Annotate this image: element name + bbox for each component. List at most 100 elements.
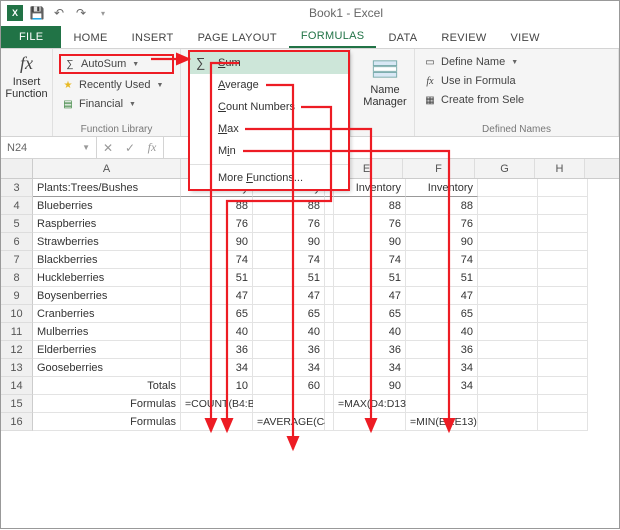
cell[interactable] xyxy=(538,413,588,431)
financial-button[interactable]: ▤ Financial ▼ xyxy=(59,96,174,112)
cell[interactable]: Inventory xyxy=(406,179,478,197)
cell[interactable] xyxy=(538,323,588,341)
row-header[interactable]: 12 xyxy=(1,341,33,359)
cell[interactable]: Raspberries xyxy=(33,215,181,233)
col-header-A[interactable]: A xyxy=(33,159,181,178)
cell[interactable]: Huckleberries xyxy=(33,269,181,287)
cell[interactable] xyxy=(325,341,334,359)
cell[interactable]: Formulas xyxy=(33,413,181,431)
cell[interactable] xyxy=(478,413,538,431)
cell[interactable]: 76 xyxy=(406,215,478,233)
cell[interactable] xyxy=(478,197,538,215)
name-box[interactable]: N24 ▼ xyxy=(1,137,97,158)
undo-icon[interactable]: ↶ xyxy=(49,3,69,23)
cell[interactable]: 40 xyxy=(406,323,478,341)
cell[interactable]: 51 xyxy=(253,269,325,287)
cell[interactable] xyxy=(478,341,538,359)
dropdown-sum[interactable]: ∑ Sum xyxy=(190,52,348,74)
cell[interactable]: 88 xyxy=(406,197,478,215)
cell[interactable]: Totals xyxy=(33,377,181,395)
cell[interactable] xyxy=(325,305,334,323)
cell[interactable] xyxy=(538,179,588,197)
dropdown-count[interactable]: Count Numbers xyxy=(190,96,348,118)
save-icon[interactable]: 💾 xyxy=(27,3,47,23)
cell[interactable] xyxy=(538,269,588,287)
cell[interactable] xyxy=(538,233,588,251)
cell[interactable]: Cranberries xyxy=(33,305,181,323)
cell[interactable]: 90 xyxy=(181,233,253,251)
cell[interactable]: =COUNT(B4:B13) xyxy=(181,395,253,413)
cell[interactable] xyxy=(478,215,538,233)
cell[interactable] xyxy=(538,305,588,323)
dropdown-min[interactable]: Min xyxy=(190,140,348,162)
cell[interactable]: Elderberries xyxy=(33,341,181,359)
cell[interactable]: 65 xyxy=(253,305,325,323)
cell[interactable] xyxy=(325,251,334,269)
cell[interactable] xyxy=(253,395,325,413)
cell[interactable]: 88 xyxy=(253,197,325,215)
cell[interactable]: 51 xyxy=(406,269,478,287)
row-header[interactable]: 5 xyxy=(1,215,33,233)
fx-icon[interactable]: fx xyxy=(141,140,163,155)
cell[interactable] xyxy=(478,251,538,269)
cell[interactable]: 34 xyxy=(406,359,478,377)
cell[interactable] xyxy=(325,323,334,341)
cell[interactable]: 47 xyxy=(181,287,253,305)
cell[interactable]: Blackberries xyxy=(33,251,181,269)
cell[interactable]: 40 xyxy=(334,323,406,341)
cell[interactable] xyxy=(325,215,334,233)
cell[interactable]: Gooseberries xyxy=(33,359,181,377)
cancel-icon[interactable]: ✕ xyxy=(97,141,119,155)
cell[interactable] xyxy=(538,215,588,233)
cell[interactable]: 90 xyxy=(406,233,478,251)
cell[interactable] xyxy=(478,305,538,323)
cell[interactable] xyxy=(181,413,253,431)
cell[interactable] xyxy=(478,377,538,395)
enter-icon[interactable]: ✓ xyxy=(119,141,141,155)
cell[interactable] xyxy=(325,287,334,305)
cell[interactable]: 40 xyxy=(253,323,325,341)
tab-formulas[interactable]: FORMULAS xyxy=(289,26,377,48)
cell[interactable] xyxy=(478,323,538,341)
cell[interactable] xyxy=(538,377,588,395)
tab-file[interactable]: FILE xyxy=(1,26,61,48)
cell[interactable]: 76 xyxy=(253,215,325,233)
row-header[interactable]: 8 xyxy=(1,269,33,287)
cell[interactable]: =MAX(D4:D13) xyxy=(334,395,406,413)
cell[interactable] xyxy=(478,359,538,377)
row-header[interactable]: 16 xyxy=(1,413,33,431)
cell[interactable] xyxy=(325,197,334,215)
cell[interactable]: 65 xyxy=(406,305,478,323)
cell[interactable]: 47 xyxy=(253,287,325,305)
cell[interactable]: 36 xyxy=(406,341,478,359)
row-header[interactable]: 3 xyxy=(1,179,33,197)
row-header[interactable]: 4 xyxy=(1,197,33,215)
cell[interactable]: 60 xyxy=(253,377,325,395)
cell[interactable] xyxy=(478,395,538,413)
cell[interactable] xyxy=(406,395,478,413)
cell[interactable]: 51 xyxy=(181,269,253,287)
qat-customize-icon[interactable]: ▾ xyxy=(93,3,113,23)
cell[interactable]: 74 xyxy=(253,251,325,269)
define-name-button[interactable]: ▭ Define Name ▼ xyxy=(421,54,612,70)
cell[interactable]: 10 xyxy=(181,377,253,395)
autosum-button[interactable]: ∑ AutoSum ▼ xyxy=(59,54,174,74)
cell[interactable]: =MIN(E4:E13) xyxy=(406,413,478,431)
cell[interactable] xyxy=(538,287,588,305)
cell[interactable] xyxy=(478,233,538,251)
col-header-H[interactable]: H xyxy=(535,159,585,178)
insert-function-button[interactable]: fx Insert Function xyxy=(1,49,53,136)
dropdown-average[interactable]: Average xyxy=(190,74,348,96)
row-header[interactable]: 6 xyxy=(1,233,33,251)
tab-home[interactable]: HOME xyxy=(61,28,119,48)
cell[interactable]: 34 xyxy=(181,359,253,377)
cell[interactable] xyxy=(538,359,588,377)
redo-icon[interactable]: ↷ xyxy=(71,3,91,23)
tab-data[interactable]: DATA xyxy=(376,28,429,48)
cell[interactable] xyxy=(538,197,588,215)
select-all-corner[interactable] xyxy=(1,159,33,178)
cell[interactable]: 36 xyxy=(253,341,325,359)
tab-insert[interactable]: INSERT xyxy=(120,28,186,48)
cell[interactable] xyxy=(325,269,334,287)
cell[interactable]: 90 xyxy=(334,233,406,251)
